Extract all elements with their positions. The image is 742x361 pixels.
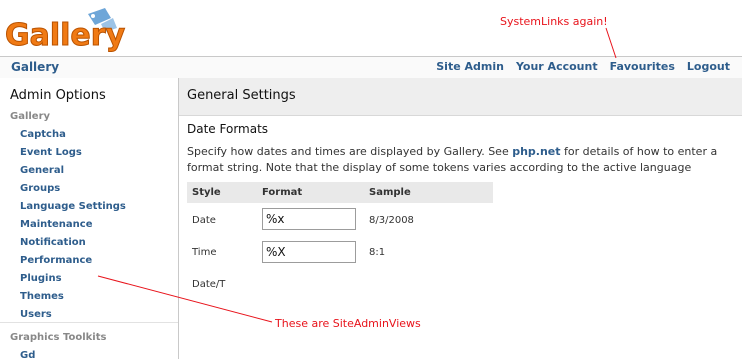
sidebar-item-captcha[interactable]: Captcha bbox=[20, 129, 66, 140]
sidebar-group-gallery: Gallery bbox=[10, 111, 51, 122]
row-label-datetime: Date/T bbox=[192, 279, 226, 290]
section-title: Date Formats bbox=[187, 122, 269, 136]
column-header-format: Format bbox=[262, 187, 303, 198]
description-text-pre: Specify how dates and times are displaye… bbox=[187, 145, 513, 158]
svg-text:Gallery: Gallery bbox=[5, 18, 126, 53]
logout-link[interactable]: Logout bbox=[687, 60, 730, 73]
sidebar-title: Admin Options bbox=[10, 88, 106, 103]
admin-sidebar: Admin Options Gallery Captcha Event Logs… bbox=[0, 78, 179, 361]
content-header: General Settings bbox=[179, 78, 742, 116]
sidebar-divider bbox=[0, 322, 178, 323]
time-format-input[interactable]: %X bbox=[262, 241, 356, 263]
row-label-time: Time bbox=[192, 247, 217, 258]
php-net-link[interactable]: php.net bbox=[512, 145, 560, 158]
annotation-system-links: SystemLinks again! bbox=[500, 15, 608, 28]
sidebar-item-event-logs[interactable]: Event Logs bbox=[20, 147, 82, 158]
date-format-input[interactable]: %x bbox=[262, 208, 356, 230]
sidebar-item-plugins[interactable]: Plugins bbox=[20, 273, 62, 284]
column-header-style: Style bbox=[192, 187, 221, 198]
gallery-logo-icon: Gallery bbox=[5, 8, 126, 54]
page-title: General Settings bbox=[187, 88, 296, 103]
table-header: Style Format Sample bbox=[187, 182, 493, 203]
sidebar-item-groups[interactable]: Groups bbox=[20, 183, 60, 194]
site-admin-link[interactable]: Site Admin bbox=[436, 60, 504, 73]
sidebar-item-themes[interactable]: Themes bbox=[20, 291, 64, 302]
annotation-site-admin-views: These are SiteAdminViews bbox=[275, 317, 421, 330]
sidebar-item-general[interactable]: General bbox=[20, 165, 64, 176]
system-links-bar: Gallery Site Admin Your Account Favourit… bbox=[0, 56, 742, 79]
your-account-link[interactable]: Your Account bbox=[516, 60, 598, 73]
sidebar-item-notification[interactable]: Notification bbox=[20, 237, 86, 248]
gallery-logo[interactable]: Gallery bbox=[5, 8, 135, 54]
time-sample: 8:1 bbox=[369, 247, 386, 258]
section-description: Specify how dates and times are displaye… bbox=[187, 144, 732, 174]
row-label-date: Date bbox=[192, 215, 216, 226]
sidebar-group-graphics-toolkits: Graphics Toolkits bbox=[10, 332, 107, 343]
sidebar-item-language-settings[interactable]: Language Settings bbox=[20, 201, 126, 212]
breadcrumb-home-link[interactable]: Gallery bbox=[11, 60, 59, 74]
sidebar-item-performance[interactable]: Performance bbox=[20, 255, 92, 266]
favourites-link[interactable]: Favourites bbox=[610, 60, 675, 73]
annotation-line-top bbox=[605, 27, 617, 59]
date-sample: 8/3/2008 bbox=[369, 215, 414, 226]
column-header-sample: Sample bbox=[369, 187, 411, 198]
sidebar-item-maintenance[interactable]: Maintenance bbox=[20, 219, 93, 230]
cut-edge bbox=[440, 250, 500, 270]
system-links: Site Admin Your Account Favourites Logou… bbox=[436, 60, 730, 73]
sidebar-item-gd[interactable]: Gd bbox=[20, 350, 35, 361]
sidebar-item-users[interactable]: Users bbox=[20, 309, 52, 320]
